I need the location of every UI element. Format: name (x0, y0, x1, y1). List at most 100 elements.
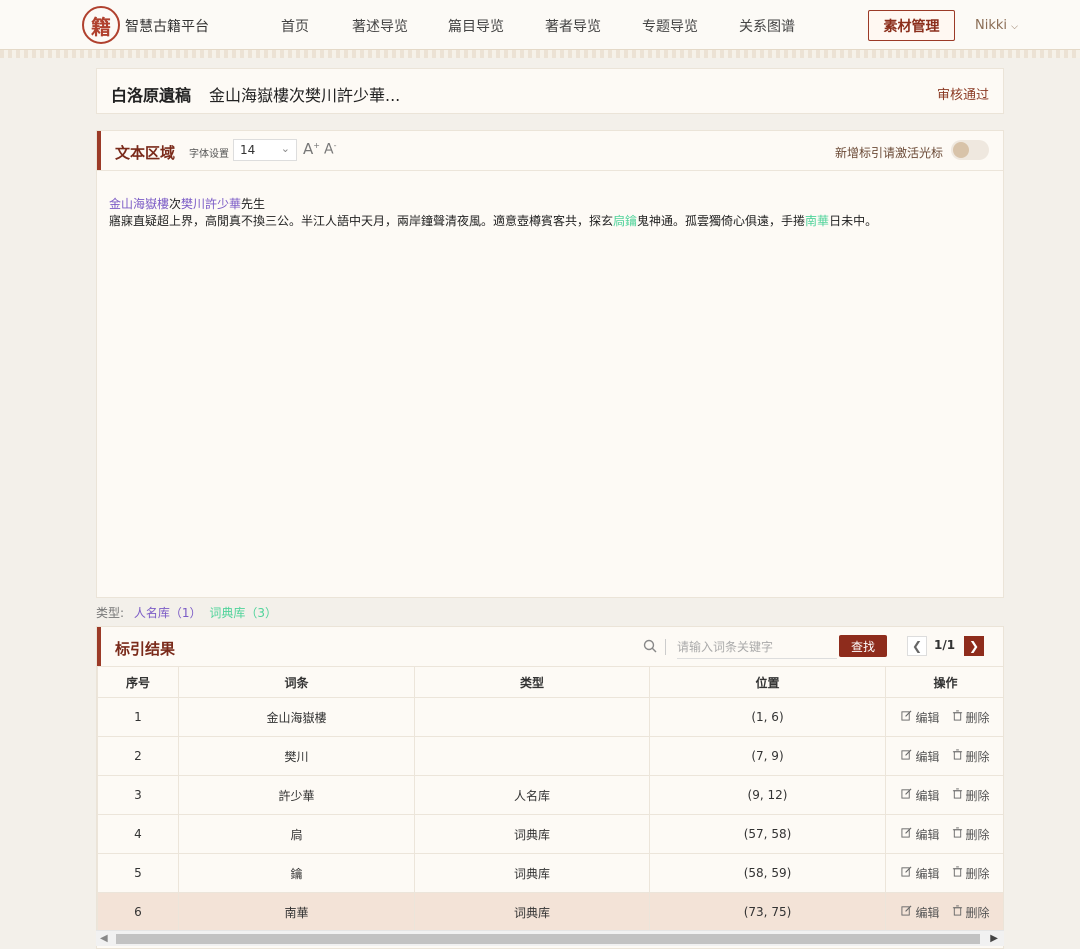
cursor-toggle[interactable] (951, 140, 989, 160)
results-panel: 标引结果 查找 ❮ 1/1 ❯ 序号 词条 类型 位置 操作 1金山海嶽樓 (1,… (96, 626, 1004, 949)
nav-chapters[interactable]: 篇目导览 (448, 16, 504, 36)
edit-icon (901, 710, 912, 724)
column-header: 词条 (178, 666, 415, 698)
results-table: 序号 词条 类型 位置 操作 1 金山海嶽樓 (1, 6) 编辑 删除 2 樊川 (7, 9)… (97, 666, 1003, 932)
trash-icon (952, 710, 963, 724)
edit-button[interactable]: 编辑 (901, 865, 940, 882)
text-area-panel: 文本区域 字体设置 14 ⌄ A+ A- 新增标引请激活光标 金山海嶽樓次樊川許… (96, 130, 1004, 598)
plain-text: 鬼神通。孤雲獨倚心俱遠，手捲 (637, 214, 806, 228)
top-nav: 籍 智慧古籍平台 首页 著述导览 篇目导览 著者导览 专题导览 关系图谱 素材管… (0, 0, 1080, 50)
horizontal-scrollbar[interactable]: ◀ ▶ (96, 930, 1004, 946)
edit-button[interactable]: 编辑 (901, 709, 940, 726)
edit-icon (901, 905, 912, 919)
cell-index: 5 (97, 853, 179, 893)
cell-type (414, 736, 650, 776)
cell-index: 4 (97, 814, 179, 854)
delete-button[interactable]: 删除 (952, 787, 990, 804)
nav-topics[interactable]: 专题导览 (642, 16, 698, 36)
edit-button[interactable]: 编辑 (901, 787, 940, 804)
column-header: 操作 (885, 666, 1003, 698)
table-row[interactable]: 1 金山海嶽樓 (1, 6) 编辑 删除 (97, 697, 1003, 737)
divider (97, 170, 1003, 171)
cell-actions: 编辑 删除 (885, 775, 1003, 815)
cell-term: 許少華 (178, 775, 415, 815)
brand-name[interactable]: 智慧古籍平台 (125, 16, 209, 36)
annotated-term[interactable]: 南華 (805, 214, 829, 228)
nav-home[interactable]: 首页 (281, 16, 309, 36)
scroll-right-icon[interactable]: ▶ (990, 933, 998, 944)
column-header: 位置 (649, 666, 886, 698)
scrollbar-thumb[interactable] (116, 934, 980, 944)
annotated-term[interactable]: 扃鑰 (613, 214, 637, 228)
cell-position: (58, 59) (649, 853, 886, 893)
type-summary-label: 类型: (96, 606, 125, 620)
review-status[interactable]: 审核通过 (937, 84, 989, 103)
nav-authors[interactable]: 著者导览 (545, 16, 601, 36)
cell-index: 3 (97, 775, 179, 815)
delete-button[interactable]: 删除 (952, 826, 990, 843)
table-row[interactable]: 5 鑰词典库 (58, 59) 编辑 删除 (97, 853, 1003, 893)
edit-label: 编辑 (915, 788, 940, 803)
font-increase-icon[interactable]: A+ (303, 140, 320, 158)
plain-text: 寤寐直疑超上界，高閒真不換三公。半江人語中天月，兩岸鐘聲清夜風。適意壺樽賓客共，… (109, 214, 614, 228)
edit-icon (901, 788, 912, 802)
logo-seal-icon[interactable]: 籍 (82, 6, 120, 44)
edit-button[interactable]: 编辑 (901, 748, 940, 765)
cell-type: 人名库 (414, 775, 650, 815)
table-row[interactable]: 6 南華 词典库 (73, 75) 编辑 删除 (97, 892, 1003, 932)
cell-term: 南華 (178, 892, 415, 932)
user-name: Nikki (975, 18, 1008, 33)
type-filter-person[interactable]: 人名库（1） (134, 606, 202, 620)
type-filter-dict[interactable]: 词典库（3） (209, 606, 277, 620)
nav-relations[interactable]: 关系图谱 (739, 16, 795, 36)
previous-page-button[interactable]: ❮ (907, 636, 927, 656)
results-title: 标引结果 (115, 640, 176, 658)
cell-index: 6 (97, 892, 179, 932)
delete-button[interactable]: 删除 (952, 865, 990, 882)
cell-type: 词典库 (414, 892, 650, 932)
delete-label: 删除 (965, 866, 990, 881)
font-size-select[interactable]: 14 ⌄ (233, 139, 297, 161)
edit-label: 编辑 (915, 866, 940, 881)
font-decrease-icon[interactable]: A- (324, 141, 336, 158)
cell-term: 金山海嶽樓 (178, 697, 415, 737)
cursor-toggle-label: 新增标引请激活光标 (834, 146, 943, 160)
document-title: 金山海嶽樓次樊川許少華... (209, 86, 401, 105)
cell-type (414, 697, 650, 737)
edit-button[interactable]: 编辑 (901, 826, 940, 843)
search-input[interactable] (677, 635, 837, 659)
material-management-button[interactable]: 素材管理 (868, 10, 955, 41)
annotated-term[interactable]: 金山海嶽樓 (109, 197, 169, 211)
delete-label: 删除 (965, 710, 990, 725)
divider (665, 639, 666, 655)
delete-label: 删除 (965, 827, 990, 842)
user-menu[interactable]: Nikki ⌵ (975, 18, 1018, 33)
delete-button[interactable]: 删除 (952, 748, 990, 765)
edit-button[interactable]: 编辑 (901, 904, 940, 921)
table-header-row: 序号 词条 类型 位置 操作 (97, 666, 1003, 698)
plain-text: 先生 (241, 197, 266, 211)
scroll-left-icon[interactable]: ◀ (100, 933, 108, 944)
font-size-value: 14 (240, 143, 256, 157)
delete-label: 删除 (965, 749, 990, 764)
section-accent-bar (97, 627, 101, 667)
text-line-1: 金山海嶽樓次樊川許少華先生 (109, 196, 989, 213)
annotated-term[interactable]: 樊川許少華 (181, 197, 241, 211)
cell-actions: 编辑 删除 (885, 736, 1003, 776)
next-page-button[interactable]: ❯ (964, 636, 984, 656)
cell-position: (73, 75) (649, 892, 886, 932)
delete-button[interactable]: 删除 (952, 709, 990, 726)
text-content[interactable]: 金山海嶽樓次樊川許少華先生 寤寐直疑超上界，高閒真不換三公。半江人語中天月，兩岸… (109, 196, 989, 230)
delete-label: 删除 (965, 905, 990, 920)
table-row[interactable]: 4 扃词典库 (57, 58) 编辑 删除 (97, 814, 1003, 854)
cell-term: 扃 (178, 814, 415, 854)
cell-position: (7, 9) (649, 736, 886, 776)
nav-works[interactable]: 著述导览 (352, 16, 408, 36)
table-row[interactable]: 2 樊川 (7, 9) 编辑 删除 (97, 736, 1003, 776)
find-button[interactable]: 查找 (839, 635, 887, 657)
text-line-2: 寤寐直疑超上界，高閒真不換三公。半江人語中天月，兩岸鐘聲清夜風。適意壺樽賓客共，… (109, 213, 989, 230)
cell-position: (9, 12) (649, 775, 886, 815)
delete-button[interactable]: 删除 (952, 904, 990, 921)
table-row[interactable]: 3 許少華 人名库 (9, 12) 编辑 删除 (97, 775, 1003, 815)
collection-name: 白洛原遺稿 (111, 86, 192, 105)
